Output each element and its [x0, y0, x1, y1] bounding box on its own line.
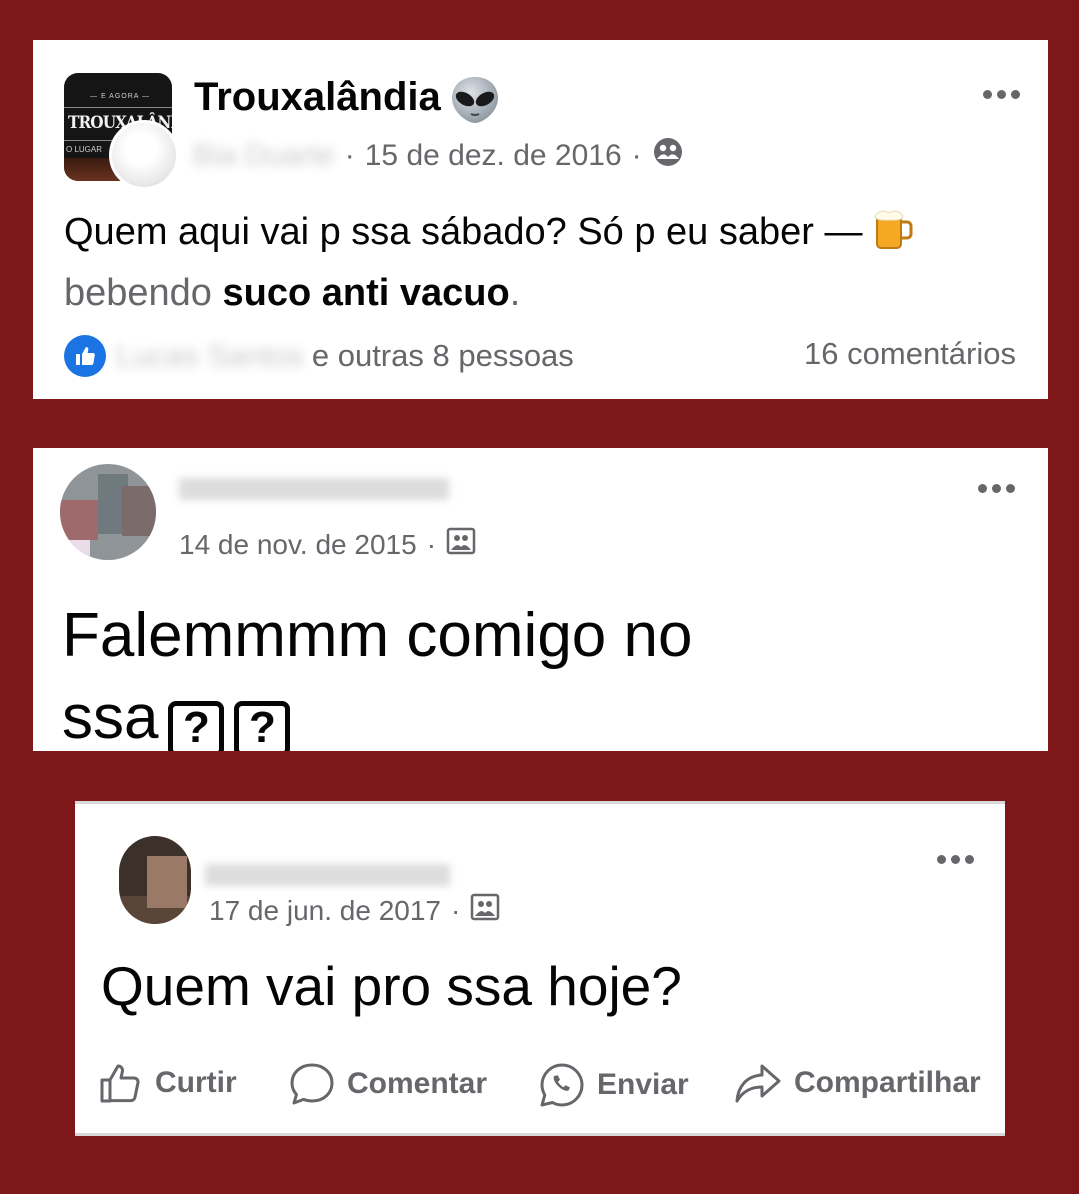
group-icon — [470, 892, 500, 929]
post-card-nov-2015: 14 de nov. de 2015 · Falemmmm comigo no … — [33, 448, 1048, 751]
more-options-icon[interactable] — [937, 855, 974, 864]
post-text: Falemmmm comigo no ssa?? — [62, 595, 1012, 751]
post-meta: 14 de nov. de 2015 · — [179, 526, 476, 563]
more-options-icon[interactable] — [978, 484, 1015, 493]
send-button[interactable]: Enviar — [539, 1062, 689, 1108]
meta-separator: · — [450, 894, 461, 926]
activity-drink[interactable]: suco anti vacuo — [223, 272, 510, 314]
post-text-line2: ssa — [62, 683, 159, 751]
author-name-redacted[interactable] — [205, 864, 450, 886]
more-options-icon[interactable] — [983, 90, 1020, 99]
post-card-trouxalandia: — E AGORA — TROUXALÂNDIA O LUGAR Trouxal… — [33, 40, 1048, 399]
share-icon — [735, 1064, 781, 1103]
author-name-redacted[interactable] — [179, 478, 449, 500]
avatar-logo-bottom: O LUGAR — [66, 145, 103, 154]
post-activity: bebendo — [64, 272, 212, 314]
missing-glyph-icon: ? — [234, 701, 291, 751]
beer-emoji-icon — [873, 208, 913, 266]
post-text-line1: Falemmmm comigo no — [62, 601, 693, 670]
comment-icon — [290, 1063, 334, 1105]
post-date[interactable]: 15 de dez. de 2016 — [365, 139, 622, 173]
missing-glyph-icon: ? — [168, 701, 225, 751]
alien-emoji-icon — [449, 74, 501, 131]
author-name[interactable]: Bia Duarte — [193, 139, 335, 173]
comments-count[interactable]: 16 comentários — [804, 336, 1016, 372]
page-name[interactable]: Trouxalândia — [194, 75, 441, 120]
comment-label: Comentar — [347, 1067, 488, 1100]
post-text-main: Quem aqui vai p ssa sábado? Só p eu sabe… — [64, 211, 863, 253]
avatar-logo-top: — E AGORA — — [90, 93, 151, 100]
comment-button[interactable]: Comentar — [289, 1062, 487, 1106]
like-reaction-icon — [64, 335, 106, 377]
meta-separator: · — [344, 139, 355, 172]
like-button[interactable]: Curtir — [99, 1062, 237, 1104]
share-label: Compartilhar — [794, 1066, 981, 1099]
post-text: Quem vai pro ssa hoje? — [101, 955, 682, 1017]
post-text-end: . — [509, 272, 521, 314]
reactions-count: e outras 8 pessoas — [311, 338, 574, 373]
friends-icon — [652, 136, 684, 176]
share-button[interactable]: Compartilhar — [734, 1062, 981, 1104]
post-date[interactable]: 17 de jun. de 2017 — [209, 895, 441, 927]
author-avatar[interactable] — [109, 120, 179, 190]
post-card-jun-2017: 17 de jun. de 2017 · Quem vai pro ssa ho… — [75, 801, 1005, 1136]
group-icon — [446, 526, 476, 563]
post-date[interactable]: 14 de nov. de 2015 — [179, 529, 417, 561]
thumbs-up-icon — [100, 1064, 140, 1103]
reactions-summary[interactable]: Lucas Santos e outras 8 pessoas — [64, 335, 574, 377]
author-avatar[interactable] — [60, 464, 156, 560]
post-text: Quem aqui vai p ssa sábado? Só p eu sabe… — [64, 205, 1014, 321]
post-meta: 17 de jun. de 2017 · — [209, 892, 500, 929]
meta-separator: · — [426, 528, 437, 560]
meta-separator: · — [631, 139, 642, 172]
post-meta: Bia Duarte · 15 de dez. de 2016 · — [193, 136, 684, 176]
like-label: Curtir — [155, 1066, 237, 1099]
author-avatar[interactable] — [119, 836, 191, 924]
send-label: Enviar — [597, 1068, 689, 1101]
whatsapp-icon — [540, 1063, 584, 1107]
reaction-user-name: Lucas Santos — [116, 338, 304, 373]
